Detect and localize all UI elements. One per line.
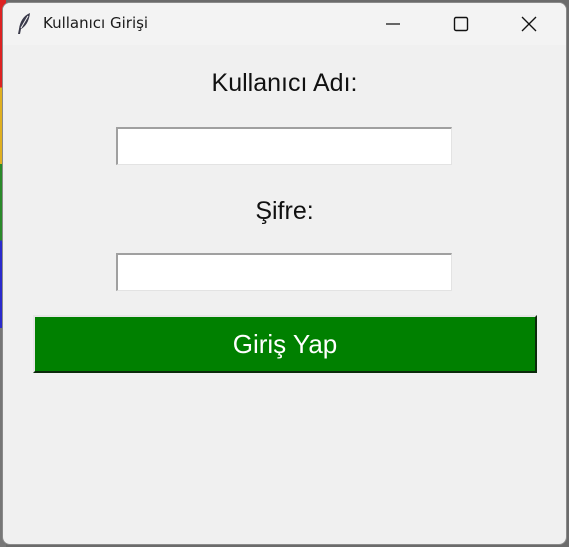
feather-icon [15, 12, 35, 36]
window-title: Kullanıcı Girişi [43, 14, 149, 32]
password-label: Şifre: [255, 197, 314, 225]
close-icon [521, 16, 537, 32]
maximize-button[interactable] [427, 3, 495, 45]
username-label: Kullanıcı Adı: [211, 69, 358, 97]
username-input[interactable] [116, 127, 452, 165]
maximize-icon [453, 16, 469, 32]
login-window: Kullanıcı Girişi Kullanıcı Adı: Şifre: G… [2, 2, 567, 545]
minimize-icon [386, 23, 400, 25]
minimize-button[interactable] [359, 3, 427, 45]
login-button[interactable]: Giriş Yap [33, 315, 537, 373]
password-input[interactable] [116, 253, 452, 291]
title-bar[interactable]: Kullanıcı Girişi [3, 3, 566, 45]
close-button[interactable] [495, 3, 563, 45]
